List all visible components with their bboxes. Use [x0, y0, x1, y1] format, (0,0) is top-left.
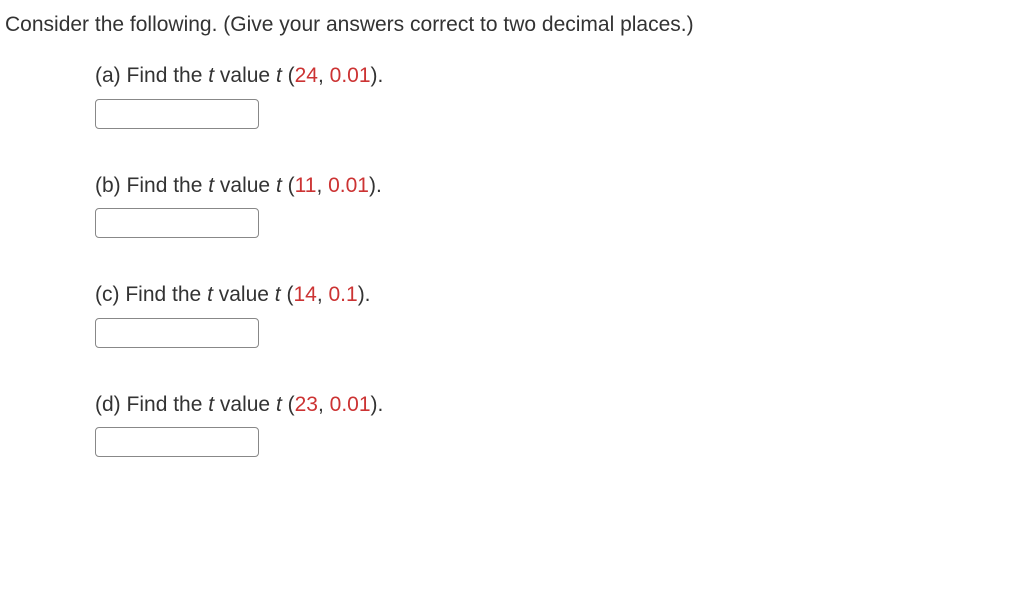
open-paren: ( — [281, 283, 294, 306]
question-a-text: (a) Find the t value t (24, 0.01). — [95, 61, 1011, 90]
answer-input-b[interactable] — [95, 208, 259, 238]
df-value: 23 — [295, 393, 318, 416]
alpha-value: 0.1 — [328, 283, 357, 306]
text-prefix: Find the — [125, 283, 207, 306]
close-paren: ). — [369, 174, 382, 197]
text-prefix: Find the — [127, 393, 209, 416]
instruction-text: Consider the following. (Give your answe… — [5, 10, 1011, 39]
alpha-value: 0.01 — [328, 174, 369, 197]
text-middle: value — [214, 64, 276, 87]
text-middle: value — [213, 283, 275, 306]
text-middle: value — [214, 174, 276, 197]
comma: , — [317, 283, 329, 306]
question-b-text: (b) Find the t value t (11, 0.01). — [95, 171, 1011, 200]
comma: , — [318, 393, 330, 416]
close-paren: ). — [371, 64, 384, 87]
open-paren: ( — [282, 64, 295, 87]
question-c-text: (c) Find the t value t (14, 0.1). — [95, 280, 1011, 309]
text-middle: value — [214, 393, 276, 416]
close-paren: ). — [358, 283, 371, 306]
open-paren: ( — [282, 393, 295, 416]
question-c: (c) Find the t value t (14, 0.1). — [95, 280, 1011, 347]
question-a: (a) Find the t value t (24, 0.01). — [95, 61, 1011, 128]
comma: , — [318, 64, 330, 87]
answer-input-a[interactable] — [95, 99, 259, 129]
open-paren: ( — [282, 174, 295, 197]
question-d: (d) Find the t value t (23, 0.01). — [95, 390, 1011, 457]
comma: , — [316, 174, 328, 197]
text-prefix: Find the — [127, 174, 209, 197]
part-label: (b) — [95, 174, 121, 197]
answer-input-c[interactable] — [95, 318, 259, 348]
question-d-text: (d) Find the t value t (23, 0.01). — [95, 390, 1011, 419]
text-prefix: Find the — [127, 64, 209, 87]
part-label: (a) — [95, 64, 121, 87]
df-value: 24 — [295, 64, 318, 87]
alpha-value: 0.01 — [330, 393, 371, 416]
question-b: (b) Find the t value t (11, 0.01). — [95, 171, 1011, 238]
df-value: 14 — [293, 283, 316, 306]
part-label: (d) — [95, 393, 121, 416]
df-value: 11 — [295, 174, 317, 197]
close-paren: ). — [371, 393, 384, 416]
part-label: (c) — [95, 283, 120, 306]
answer-input-d[interactable] — [95, 427, 259, 457]
alpha-value: 0.01 — [330, 64, 371, 87]
